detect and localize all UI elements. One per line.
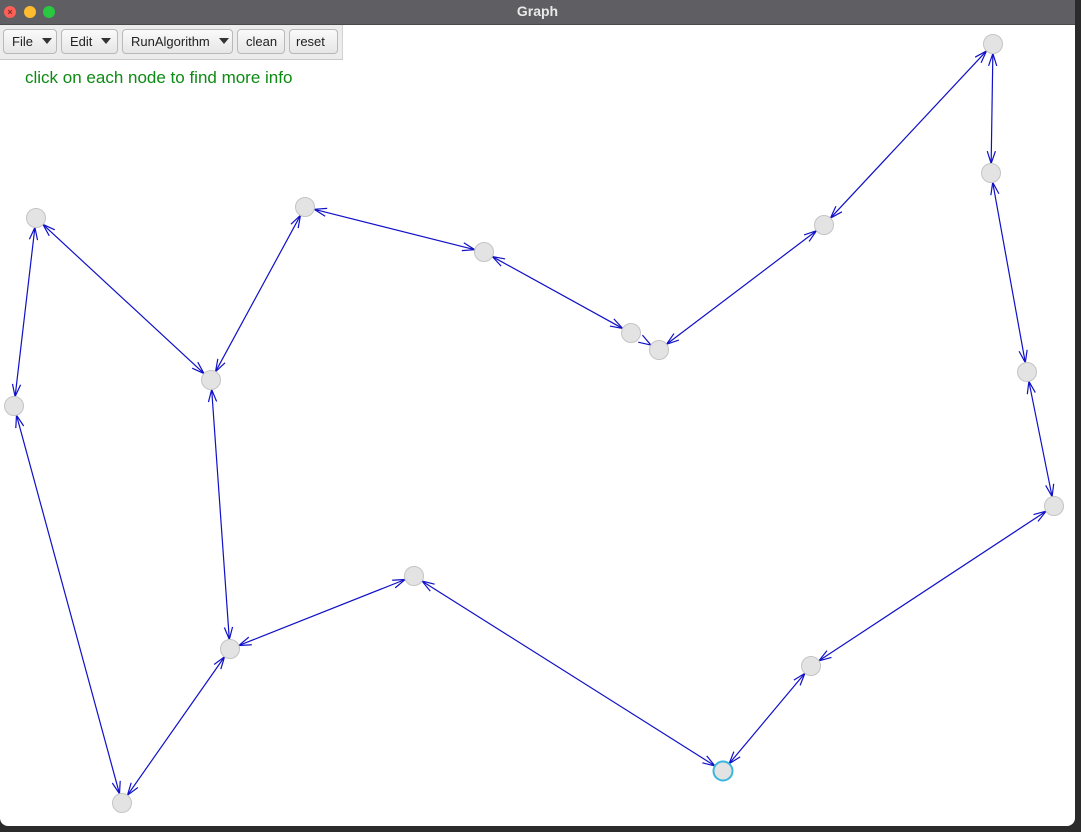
arrowhead-n15-n13 (702, 755, 717, 767)
edge-n16-n17 (126, 656, 226, 796)
graph-node[interactable] (1044, 496, 1064, 516)
edge-n3-n4 (314, 208, 475, 251)
edge-n10-n11 (1028, 381, 1053, 497)
edge-n11-n12 (818, 510, 1047, 662)
edge-n6-n7 (666, 230, 817, 345)
edge-n17-n1 (15, 415, 121, 794)
arrowhead-n12-n11 (1033, 510, 1048, 522)
graph-node[interactable] (983, 34, 1003, 54)
graph-node[interactable] (814, 215, 834, 235)
graph-node[interactable] (981, 163, 1001, 183)
graph-window: × Graph File Edit RunAlgorithm clean res… (0, 0, 1075, 826)
edge-n15-n16 (238, 578, 406, 647)
graph-node[interactable] (649, 340, 669, 360)
graph-node[interactable] (801, 656, 821, 676)
graph-node[interactable] (474, 242, 494, 262)
arrowhead-n11-n12 (817, 650, 832, 662)
edge-n9-n10 (992, 182, 1026, 363)
edge-n12-n13 (728, 672, 806, 765)
arrowhead-n2-n3 (290, 213, 302, 229)
graph-node[interactable] (201, 370, 221, 390)
edge-n0-n1 (14, 227, 36, 397)
arrowhead-n4-n5 (609, 318, 625, 330)
graph-node[interactable] (26, 208, 46, 228)
edge-n4-n5 (492, 256, 623, 329)
graph-node[interactable] (1017, 362, 1037, 382)
graph-node[interactable] (295, 197, 315, 217)
arrowhead-n17-n16 (213, 655, 226, 670)
edge-n0-n2 (42, 224, 205, 374)
graph-node[interactable] (220, 639, 240, 659)
edge-n16-n2 (211, 389, 230, 640)
edge-n8-n9 (990, 53, 994, 164)
graph-node[interactable] (404, 566, 424, 586)
edge-n7-n8 (830, 50, 987, 219)
graph-node[interactable] (112, 793, 132, 813)
graph-node-selected[interactable] (712, 760, 734, 782)
arrowhead-n5-n4 (490, 255, 506, 267)
edge-n13-n15 (421, 580, 716, 767)
arrowhead-n13-n15 (420, 580, 435, 592)
graph-node[interactable] (621, 323, 641, 343)
graph-canvas[interactable] (0, 0, 1075, 826)
edge-n2-n3 (215, 215, 301, 372)
arrowhead-n3-n2 (214, 358, 226, 374)
arrowhead-n16-n17 (126, 782, 139, 797)
graph-node[interactable] (4, 396, 24, 416)
